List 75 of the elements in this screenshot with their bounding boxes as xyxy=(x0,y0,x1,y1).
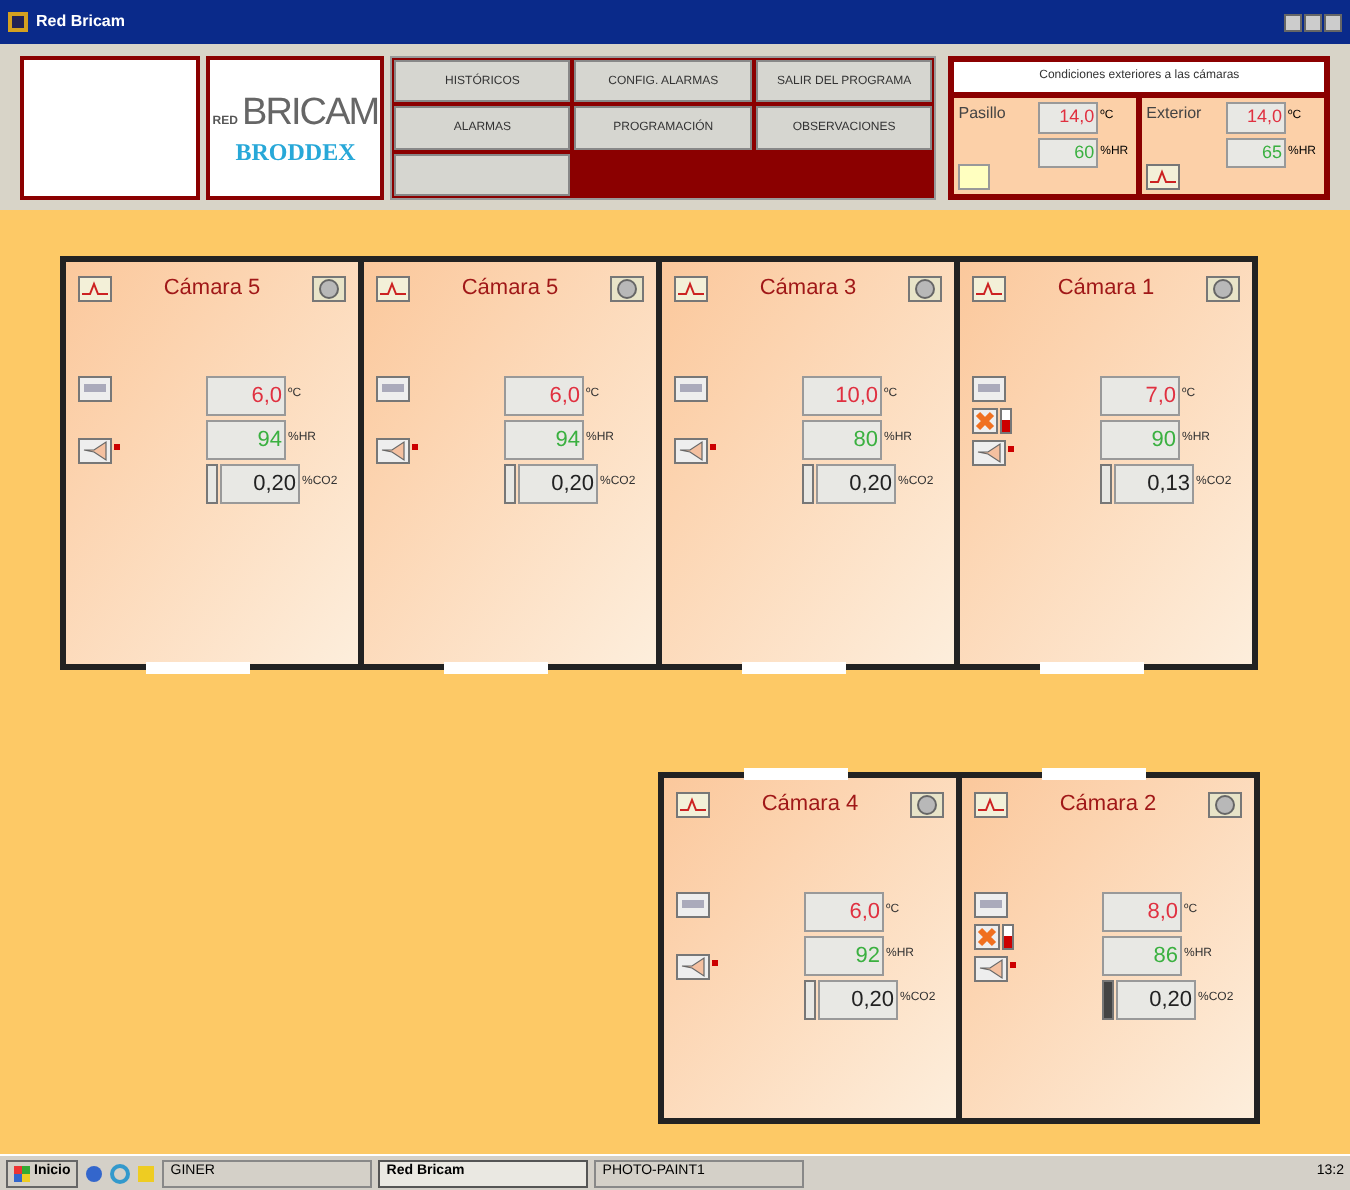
controller-icon[interactable] xyxy=(674,375,708,401)
temperature-value: 6,0 xyxy=(206,375,286,415)
humidity-value: 90 xyxy=(1100,419,1180,459)
graph-icon[interactable] xyxy=(974,791,1008,818)
status-light-icon[interactable] xyxy=(1206,275,1240,302)
door-marker xyxy=(146,662,250,674)
zone-name: Exterior xyxy=(1146,102,1202,126)
status-light-icon[interactable] xyxy=(908,275,942,302)
minimize-button[interactable] xyxy=(1284,13,1302,31)
controller-icon[interactable] xyxy=(676,891,710,917)
door-marker xyxy=(444,662,548,674)
quick-launch-icon[interactable] xyxy=(84,1163,105,1183)
temperature-value: 14,0 xyxy=(1038,102,1099,133)
camera-title: Cámara 5 xyxy=(459,274,561,304)
temperature-value: 7,0 xyxy=(1100,375,1180,415)
controller-icon[interactable] xyxy=(376,375,410,401)
graph-icon[interactable] xyxy=(376,275,410,302)
close-button[interactable] xyxy=(1324,13,1342,31)
camera-title: Cámara 4 xyxy=(759,790,861,820)
temperature-value: 6,0 xyxy=(504,375,584,415)
windows-logo-icon xyxy=(14,1165,30,1181)
door-marker xyxy=(1040,662,1144,674)
camera-title: Cámara 5 xyxy=(161,274,263,304)
humidity-value: 86 xyxy=(1102,935,1182,975)
valve-icon[interactable] xyxy=(974,955,1018,981)
humidity-value: 60 xyxy=(1038,137,1099,168)
camera-title: Cámara 3 xyxy=(757,274,859,304)
humidity-value: 80 xyxy=(802,419,882,459)
co2-value: 0,20 xyxy=(816,463,896,503)
temperature-value: 6,0 xyxy=(804,891,884,931)
app-icon xyxy=(8,12,28,32)
level-gauge-icon xyxy=(1000,407,1012,433)
status-light-icon[interactable] xyxy=(312,275,346,302)
valve-icon[interactable] xyxy=(972,439,1016,465)
maximize-button[interactable] xyxy=(1304,13,1322,31)
co2-value: 0,20 xyxy=(220,463,300,503)
partner-logo: BRODDEX xyxy=(235,139,356,163)
valve-icon[interactable] xyxy=(676,953,720,979)
co2-value: 0,20 xyxy=(518,463,598,503)
controller-icon[interactable] xyxy=(78,375,112,401)
fan-icon[interactable] xyxy=(974,923,1000,949)
status-light-icon[interactable] xyxy=(910,791,944,818)
co2-value: 0,13 xyxy=(1114,463,1194,503)
humidity-value: 94 xyxy=(504,419,584,459)
humidity-value: 94 xyxy=(206,419,286,459)
camera-title: Cámara 2 xyxy=(1057,790,1159,820)
valve-icon[interactable] xyxy=(78,437,122,463)
valve-icon[interactable] xyxy=(674,437,718,463)
graph-icon[interactable] xyxy=(1146,164,1181,190)
valve-icon[interactable] xyxy=(376,437,420,463)
door-marker xyxy=(742,662,846,674)
level-gauge-icon xyxy=(1002,923,1014,949)
co2-value: 0,20 xyxy=(1116,979,1196,1019)
graph-icon[interactable] xyxy=(78,275,112,302)
graph-icon[interactable] xyxy=(674,275,708,302)
temperature-value: 10,0 xyxy=(802,375,882,415)
controller-icon[interactable] xyxy=(974,891,1008,917)
camera-title: Cámara 1 xyxy=(1055,274,1157,304)
temperature-value: 8,0 xyxy=(1102,891,1182,931)
door-marker xyxy=(1042,768,1146,780)
controller-icon[interactable] xyxy=(972,375,1006,401)
menu-button[interactable] xyxy=(394,153,571,196)
temperature-value: 14,0 xyxy=(1226,102,1287,133)
zone-name: Pasillo xyxy=(958,102,1006,126)
fan-icon[interactable] xyxy=(972,407,998,433)
co2-value: 0,20 xyxy=(818,979,898,1019)
graph-icon[interactable] xyxy=(676,791,710,818)
status-light-icon[interactable] xyxy=(1208,791,1242,818)
window-title: Red Bricam xyxy=(36,10,125,34)
door-marker xyxy=(744,768,848,780)
humidity-value: 92 xyxy=(804,935,884,975)
logo-name: BRICAM xyxy=(241,93,379,131)
status-light-icon[interactable] xyxy=(610,275,644,302)
humidity-value: 65 xyxy=(1226,137,1287,168)
graph-icon[interactable] xyxy=(972,275,1006,302)
